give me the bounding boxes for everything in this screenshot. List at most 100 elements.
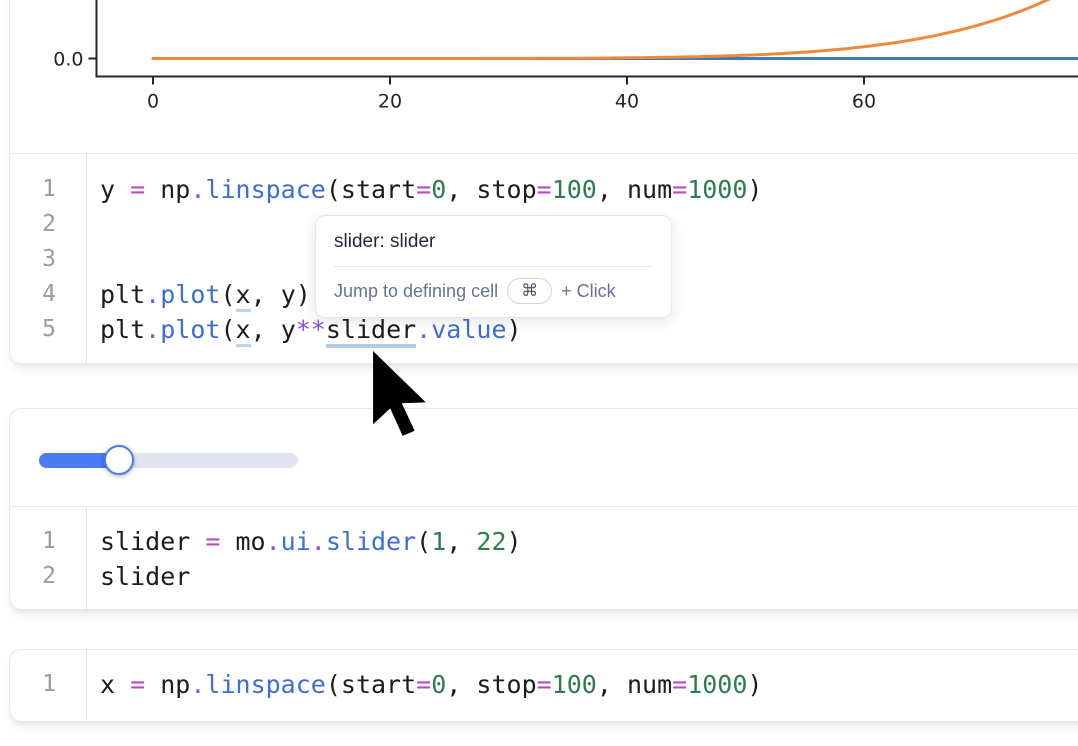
code-token: =	[537, 670, 552, 699]
code-token: slider	[100, 562, 190, 591]
x-tick-label: 60	[852, 91, 876, 113]
code-token: 1000	[687, 175, 747, 204]
code-token: slider	[326, 315, 416, 348]
line-number-gutter: 12	[10, 507, 87, 611]
code-token: slider	[326, 527, 416, 556]
slider-track[interactable]	[39, 453, 298, 468]
code-token: 0	[431, 670, 446, 699]
code-token: plot	[160, 280, 220, 309]
line-number: 4	[10, 277, 56, 312]
code-token	[220, 527, 235, 556]
cell-x: 1 x = np.linspace(start=0, stop=100, num…	[9, 649, 1078, 722]
code-token: (	[326, 175, 341, 204]
code-token: mo	[236, 527, 266, 556]
code-line[interactable]: slider = mo.ui.slider(1, 22)	[100, 524, 1078, 559]
code-token: plt	[100, 280, 145, 309]
plot-cell-output: 0.00204060	[10, 0, 1078, 154]
code-token: plt	[100, 315, 145, 344]
code-token: linspace	[205, 175, 325, 204]
code-token: )	[296, 280, 311, 309]
code-token: plot	[160, 315, 220, 344]
code-token: value	[431, 315, 506, 344]
code-token: ,	[251, 280, 266, 309]
line-number-gutter: 1	[10, 650, 87, 719]
code-token: )	[747, 175, 762, 204]
tooltip-action-row: Jump to defining cell ⌘ + Click	[334, 278, 653, 304]
series-power	[153, 0, 1078, 58]
code-token: stop	[476, 670, 536, 699]
code-column[interactable]: x = np.linspace(start=0, stop=100, num=1…	[87, 650, 1078, 719]
code-token: 1	[431, 527, 446, 556]
slider-cell-editor[interactable]: 12 slider = mo.ui.slider(1, 22)slider	[10, 507, 1078, 611]
code-token: **	[296, 315, 326, 344]
code-token: .	[266, 527, 281, 556]
code-token: )	[747, 670, 762, 699]
code-token: x	[100, 670, 115, 699]
code-token: start	[341, 175, 416, 204]
code-token: )	[507, 315, 522, 344]
code-column[interactable]: slider = mo.ui.slider(1, 22)slider	[87, 507, 1078, 611]
code-token	[612, 670, 627, 699]
matplotlib-chart: 0.00204060	[10, 0, 1078, 153]
line-number: 3	[10, 242, 56, 277]
code-token: 0	[431, 175, 446, 204]
cell-slider: 12 slider = mo.ui.slider(1, 22)slider	[9, 408, 1078, 610]
tooltip-title: slider: slider	[334, 231, 653, 253]
command-key-icon: ⌘	[521, 281, 538, 301]
notebook-page: 0.00204060 12345 y = np.linspace(start=0…	[0, 0, 1078, 746]
tooltip-action-label: Jump to defining cell	[334, 281, 498, 302]
code-line[interactable]: slider	[100, 559, 1078, 594]
code-token: y	[281, 315, 296, 344]
code-token: .	[416, 315, 431, 344]
code-token: =	[672, 670, 687, 699]
code-token: .	[311, 527, 326, 556]
code-token: stop	[476, 175, 536, 204]
line-number: 2	[10, 207, 56, 242]
code-token	[115, 670, 130, 699]
line-number: 2	[10, 559, 56, 594]
code-token: .	[190, 175, 205, 204]
code-token: 1000	[687, 670, 747, 699]
code-token	[612, 175, 627, 204]
code-token: ,	[446, 670, 461, 699]
axis-spines	[97, 0, 1078, 77]
code-token: np	[160, 175, 190, 204]
code-token: y	[281, 280, 296, 309]
tooltip-click-suffix: + Click	[561, 281, 616, 302]
code-token: ,	[597, 670, 612, 699]
line-number: 1	[10, 172, 56, 207]
code-token: )	[507, 527, 522, 556]
code-token: .	[190, 670, 205, 699]
code-token: .	[145, 315, 160, 344]
code-token: num	[627, 670, 672, 699]
code-token: =	[130, 175, 145, 204]
code-line[interactable]: y = np.linspace(start=0, stop=100, num=1…	[100, 172, 1078, 207]
code-token: 22	[476, 527, 506, 556]
code-token: =	[205, 527, 220, 556]
slider-cell-output	[10, 409, 1078, 507]
code-token	[266, 315, 281, 344]
code-token	[461, 670, 476, 699]
slider-handle[interactable]	[104, 445, 134, 475]
x-cell-editor[interactable]: 1 x = np.linspace(start=0, stop=100, num…	[10, 650, 1078, 719]
code-token: =	[416, 670, 431, 699]
code-token	[461, 175, 476, 204]
code-token: (	[220, 315, 235, 344]
code-token	[145, 175, 160, 204]
code-token: .	[145, 280, 160, 309]
code-line[interactable]: x = np.linspace(start=0, stop=100, num=1…	[100, 667, 1078, 702]
code-token	[115, 175, 130, 204]
mouse-cursor-icon	[373, 351, 431, 441]
code-token: (	[326, 670, 341, 699]
variable-tooltip: slider: slider Jump to defining cell ⌘ +…	[315, 215, 672, 318]
code-token: =	[672, 175, 687, 204]
code-token: 100	[552, 670, 597, 699]
code-token: (	[220, 280, 235, 309]
code-token: ,	[446, 175, 461, 204]
code-token: (	[416, 527, 431, 556]
code-token: num	[627, 175, 672, 204]
code-token	[461, 527, 476, 556]
code-token	[145, 670, 160, 699]
code-token: slider	[100, 527, 190, 556]
command-key-badge: ⌘	[507, 278, 552, 304]
